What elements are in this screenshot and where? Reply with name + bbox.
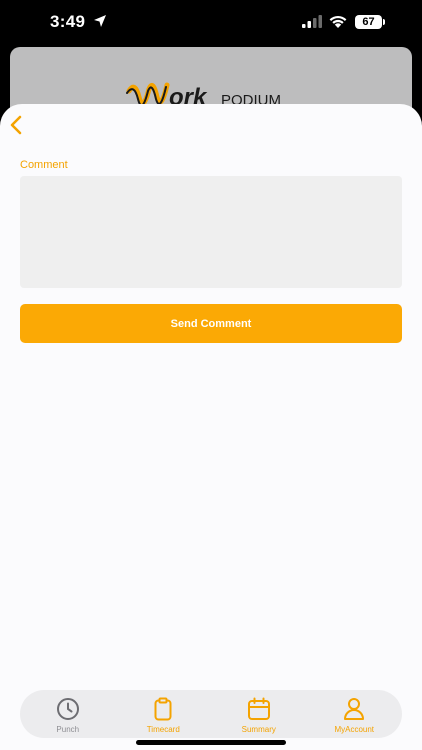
- calendar-icon: [247, 697, 270, 720]
- status-time: 3:49: [50, 12, 86, 31]
- clipboard-icon: [154, 697, 172, 721]
- tab-label: MyAccount: [334, 725, 375, 734]
- comment-sheet: Comment Send Comment Punch Timecard Summ…: [0, 104, 422, 750]
- tab-label: Punch: [56, 725, 80, 734]
- comment-input[interactable]: [20, 176, 402, 288]
- screen: 3:49 67 ork PODIUM Comment Send Comment …: [0, 0, 422, 750]
- comment-label: Comment: [20, 159, 68, 171]
- tab-myaccount[interactable]: MyAccount: [307, 690, 403, 738]
- wifi-icon: [329, 15, 347, 28]
- clock-icon: [56, 698, 79, 720]
- battery-level: 67: [355, 15, 382, 29]
- tab-label: Timecard: [146, 725, 180, 734]
- signal-icon: [302, 15, 322, 28]
- battery-tip: [383, 19, 385, 25]
- status-bar: 3:49 67: [0, 0, 422, 46]
- send-comment-button[interactable]: Send Comment: [20, 304, 402, 343]
- battery-icon: 67: [355, 15, 385, 29]
- tab-label: Summary: [241, 725, 276, 734]
- person-icon: [344, 698, 365, 720]
- tab-summary[interactable]: Summary: [211, 690, 307, 738]
- back-chevron-icon[interactable]: [6, 114, 28, 136]
- tab-bar: Punch Timecard Summary MyAccount: [20, 690, 402, 738]
- tab-punch[interactable]: Punch: [20, 690, 116, 738]
- tab-timecard[interactable]: Timecard: [116, 690, 212, 738]
- home-indicator: [136, 740, 286, 745]
- location-arrow-icon: [94, 15, 106, 27]
